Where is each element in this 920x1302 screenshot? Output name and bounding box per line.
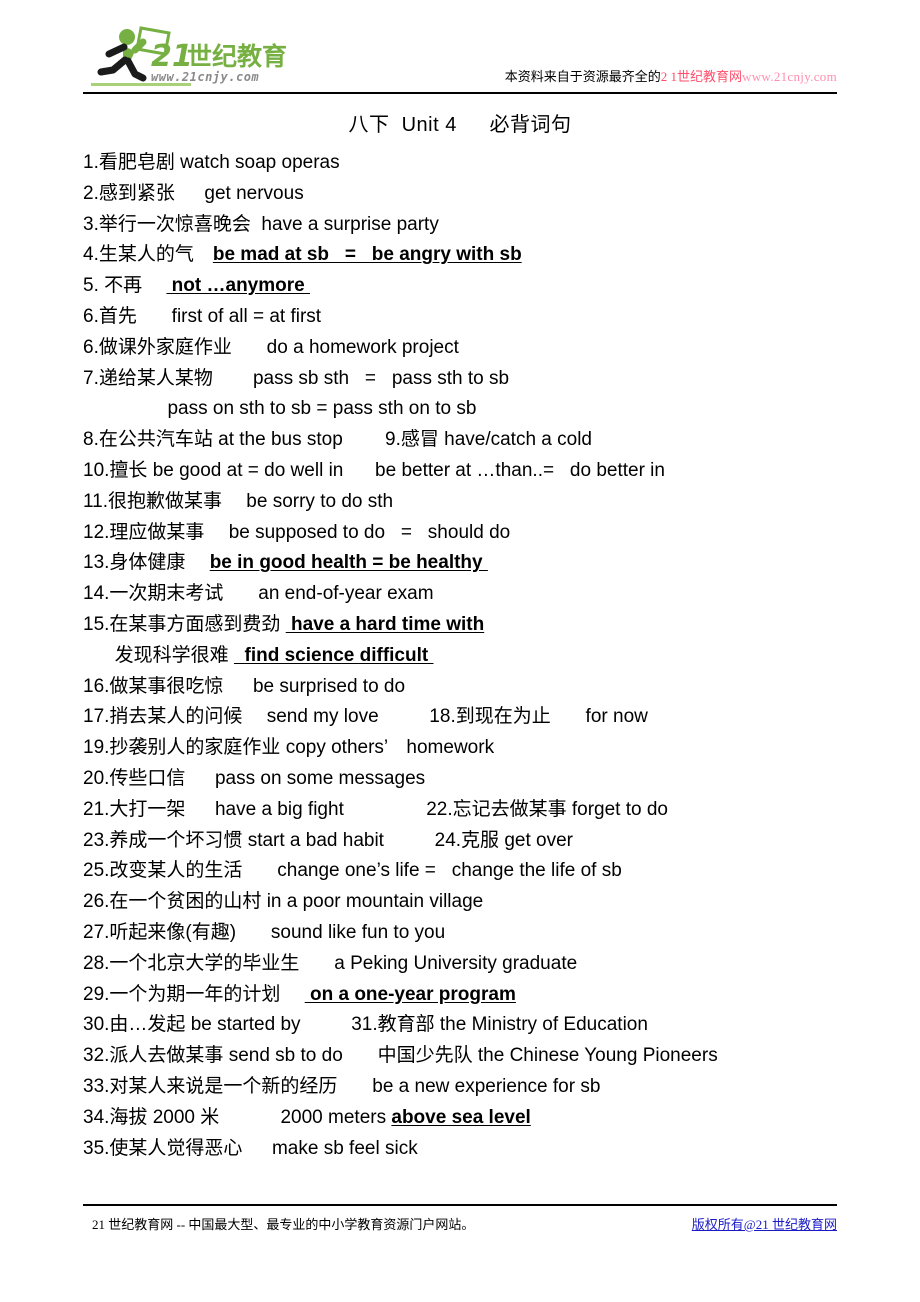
vocabulary-line: 6.做课外家庭作业 do a homework project	[83, 333, 873, 364]
line-text: 5. 不再	[83, 275, 167, 297]
vocabulary-line: 2.感到紧张 get nervous	[83, 179, 873, 210]
line-text: 7.递给某人某物 pass sb sth = pass sth to sb	[83, 367, 510, 389]
vocabulary-line: 16.做某事很吃惊 be surprised to do	[83, 672, 873, 703]
vocabulary-line: 20.传些口信 pass on some messages	[83, 764, 873, 795]
header-notice-highlight: 2 1世纪教育网	[660, 69, 743, 84]
vocabulary-line: 33.对某人来说是一个新的经历 be a new experience for …	[83, 1072, 873, 1103]
footer-divider	[83, 1204, 837, 1206]
page-title: 八下 Unit 4 必背词句	[348, 114, 572, 136]
line-emphasis: find science difficult	[233, 644, 434, 666]
header-divider	[83, 92, 837, 94]
vocabulary-line: 5. 不再 not …anymore	[83, 271, 873, 302]
vocabulary-line: 32.派人去做某事 send sb to do 中国少先队 the Chines…	[83, 1041, 873, 1072]
line-emphasis: on a one-year program	[304, 983, 516, 1005]
vocabulary-line: 1.看肥皂剧 watch soap operas	[83, 148, 873, 179]
line-text: 19.抄袭别人的家庭作业 copy others’ homework	[83, 737, 495, 759]
vocabulary-line: 11.很抱歉做某事 be sorry to do sth	[83, 487, 873, 518]
vocabulary-line: 17.捎去某人的问候 send my love 18.到现在为止 for now	[83, 702, 873, 733]
line-emphasis: be in good health = be healthy	[209, 552, 488, 574]
line-text: 6.首先 first of all = at first	[83, 305, 322, 327]
vocabulary-line: 15.在某事方面感到费劲 have a hard time with	[83, 610, 873, 641]
line-text: 35.使某人觉得恶心 make sb feel sick	[83, 1137, 418, 1159]
line-text: 3.举行一次惊喜晚会 have a surprise party	[83, 213, 439, 235]
line-emphasis: not …anymore	[166, 275, 310, 297]
vocabulary-line: 14.一次期末考试 an end-of-year exam	[83, 579, 873, 610]
line-emphasis: be mad at sb = be angry with sb	[212, 244, 522, 266]
line-emphasis: have a hard time with	[285, 613, 485, 635]
line-text: 6.做课外家庭作业 do a homework project	[83, 336, 459, 358]
header-notice-prefix: 本资料来自于资源最齐全的	[504, 69, 661, 84]
line-text: 29.一个为期一年的计划	[83, 983, 305, 1005]
svg-text:世纪教育: 世纪教育	[187, 42, 287, 71]
line-text: 2.感到紧张 get nervous	[83, 182, 304, 204]
line-text: 25.改变某人的生活 change one’s life = change th…	[83, 860, 622, 882]
vocabulary-line: 25.改变某人的生活 change one’s life = change th…	[83, 856, 873, 887]
line-text: 21.大打一架 have a big fight 22.忘记去做某事 forge…	[83, 798, 669, 820]
vocabulary-line: 发现科学很难 find science difficult	[83, 641, 873, 672]
document-page: 21 世纪教育 www.21cnjy.com 本资料来自于资源最齐全的2 1世纪…	[0, 0, 920, 1302]
line-text: 4.生某人的气	[83, 244, 213, 266]
vocabulary-list: 1.看肥皂剧 watch soap operas 2.感到紧张 get nervo…	[83, 148, 873, 1164]
line-text: 15.在某事方面感到费劲	[83, 613, 286, 635]
vocabulary-line: 13.身体健康 be in good health = be healthy	[83, 548, 873, 579]
line-text: 12.理应做某事 be supposed to do = should do	[83, 521, 511, 543]
copyright-link[interactable]: 版权所有@21 世纪教育网	[692, 1214, 837, 1236]
line-text: 33.对某人来说是一个新的经历 be a new experience for …	[83, 1075, 601, 1097]
vocabulary-line: 3.举行一次惊喜晚会 have a surprise party	[83, 210, 873, 241]
footer-text: 21 世纪教育网 -- 中国最大型、最专业的中小学教育资源门户网站。	[92, 1217, 475, 1232]
vocabulary-line: 27.听起来像(有趣) sound like fun to you	[83, 918, 873, 949]
page-footer: 21 世纪教育网 -- 中国最大型、最专业的中小学教育资源门户网站。 版权所有@…	[92, 1214, 837, 1236]
line-text: 28.一个北京大学的毕业生 a Peking University gradua…	[83, 952, 578, 974]
vocabulary-line: 35.使某人觉得恶心 make sb feel sick	[83, 1134, 873, 1165]
line-text: 8.在公共汽车站 at the bus stop 9.感冒 have/catch…	[83, 429, 592, 451]
vocabulary-line: 30.由…发起 be started by 31.教育部 the Ministr…	[83, 1010, 873, 1041]
vocabulary-line: 19.抄袭别人的家庭作业 copy others’ homework	[83, 733, 873, 764]
line-text: 发现科学很难	[83, 644, 234, 666]
site-logo: 21 世纪教育 www.21cnjy.com	[83, 26, 298, 88]
line-text: 30.由…发起 be started by 31.教育部 the Ministr…	[83, 1014, 648, 1036]
vocabulary-line: 21.大打一架 have a big fight 22.忘记去做某事 forge…	[83, 795, 873, 826]
line-text: 16.做某事很吃惊 be surprised to do	[83, 675, 406, 697]
line-text: 26.在一个贫困的山村 in a poor mountain village	[83, 891, 484, 913]
line-text: 32.派人去做某事 send sb to do 中国少先队 the Chines…	[83, 1045, 718, 1067]
line-text: 10.擅长 be good at = do well in be better …	[83, 459, 665, 481]
vocabulary-line: 26.在一个贫困的山村 in a poor mountain village	[83, 887, 873, 918]
vocabulary-line: 34.海拔 2000 米 2000 meters above sea level	[83, 1103, 873, 1134]
vocabulary-line: 7.递给某人某物 pass sb sth = pass sth to sb	[83, 364, 873, 395]
line-text: 20.传些口信 pass on some messages	[83, 767, 426, 789]
page-header: 21 世纪教育 www.21cnjy.com 本资料来自于资源最齐全的2 1世纪…	[83, 22, 837, 90]
vocabulary-line: 10.擅长 be good at = do well in be better …	[83, 456, 873, 487]
vocabulary-line: 8.在公共汽车站 at the bus stop 9.感冒 have/catch…	[83, 425, 873, 456]
header-notice-url: www.21cnjy.com	[742, 69, 837, 84]
logo-graphic: 21 世纪教育 www.21cnjy.com	[91, 26, 287, 86]
line-text: 13.身体健康	[83, 552, 210, 574]
vocabulary-line: 12.理应做某事 be supposed to do = should do	[83, 518, 873, 549]
vocabulary-line: 29.一个为期一年的计划 on a one-year program	[83, 980, 873, 1011]
line-text: pass on sth to sb = pass sth on to sb	[83, 398, 477, 420]
vocabulary-line: pass on sth to sb = pass sth on to sb	[83, 394, 873, 425]
line-text: 1.看肥皂剧 watch soap operas	[83, 152, 340, 173]
line-emphasis: above sea level	[391, 1106, 531, 1128]
line-text: 11.很抱歉做某事 be sorry to do sth	[83, 490, 394, 512]
vocabulary-line: 4.生某人的气 be mad at sb = be angry with sb	[83, 240, 873, 271]
vocabulary-line: 28.一个北京大学的毕业生 a Peking University gradua…	[83, 949, 873, 980]
line-text: 14.一次期末考试 an end-of-year exam	[83, 583, 434, 605]
line-text: 27.听起来像(有趣) sound like fun to you	[83, 921, 446, 943]
vocabulary-line: 23.养成一个坏习惯 start a bad habit 24.克服 get o…	[83, 826, 873, 857]
line-text: 23.养成一个坏习惯 start a bad habit 24.克服 get o…	[83, 829, 573, 851]
svg-text:www.21cnjy.com: www.21cnjy.com	[151, 70, 259, 84]
line-text: 34.海拔 2000 米 2000 meters	[83, 1106, 392, 1128]
vocabulary-line: 6.首先 first of all = at first	[83, 302, 873, 333]
line-text: 17.捎去某人的问候 send my love 18.到现在为止 for now	[83, 706, 648, 728]
header-notice: 本资料来自于资源最齐全的2 1世纪教育网www.21cnjy.com	[505, 68, 837, 85]
